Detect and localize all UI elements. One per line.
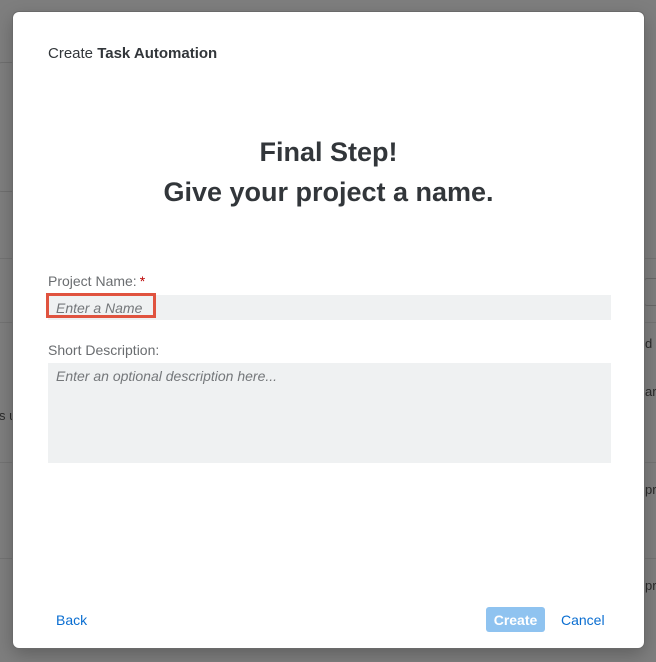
step-heading: Final Step! Give your project a name. <box>13 132 644 212</box>
background-divider <box>0 322 14 323</box>
background-divider <box>644 258 656 259</box>
background-field <box>644 278 656 306</box>
background-text: pr <box>645 482 656 497</box>
background-divider <box>0 258 14 259</box>
create-button[interactable]: Create <box>486 607 545 632</box>
background-divider <box>0 558 14 559</box>
project-name-field <box>48 295 611 320</box>
project-name-input[interactable] <box>48 295 611 320</box>
background-divider <box>644 558 656 559</box>
short-description-input[interactable] <box>48 363 611 463</box>
dialog-title-prefix: Create <box>48 45 94 62</box>
short-description-label: Short Description: <box>48 342 160 358</box>
background-divider <box>0 462 14 463</box>
project-name-label-text: Project Name: <box>48 273 137 289</box>
heading-line-1: Final Step! <box>259 137 398 167</box>
heading-line-2: Give your project a name. <box>163 177 494 207</box>
dialog-title: Create Task Automation <box>48 45 217 62</box>
background-text: d <box>645 336 653 351</box>
background-text: ar <box>645 384 656 399</box>
back-button[interactable]: Back <box>56 612 87 628</box>
background-divider <box>644 322 656 323</box>
background-text: pr <box>645 578 656 593</box>
background-divider <box>644 462 656 463</box>
create-task-automation-dialog: Create Task Automation Final Step! Give … <box>13 12 644 648</box>
dialog-title-strong: Task Automation <box>97 45 218 62</box>
cancel-button[interactable]: Cancel <box>561 612 605 628</box>
required-marker: * <box>139 273 146 289</box>
project-name-label: Project Name: * <box>48 273 145 289</box>
